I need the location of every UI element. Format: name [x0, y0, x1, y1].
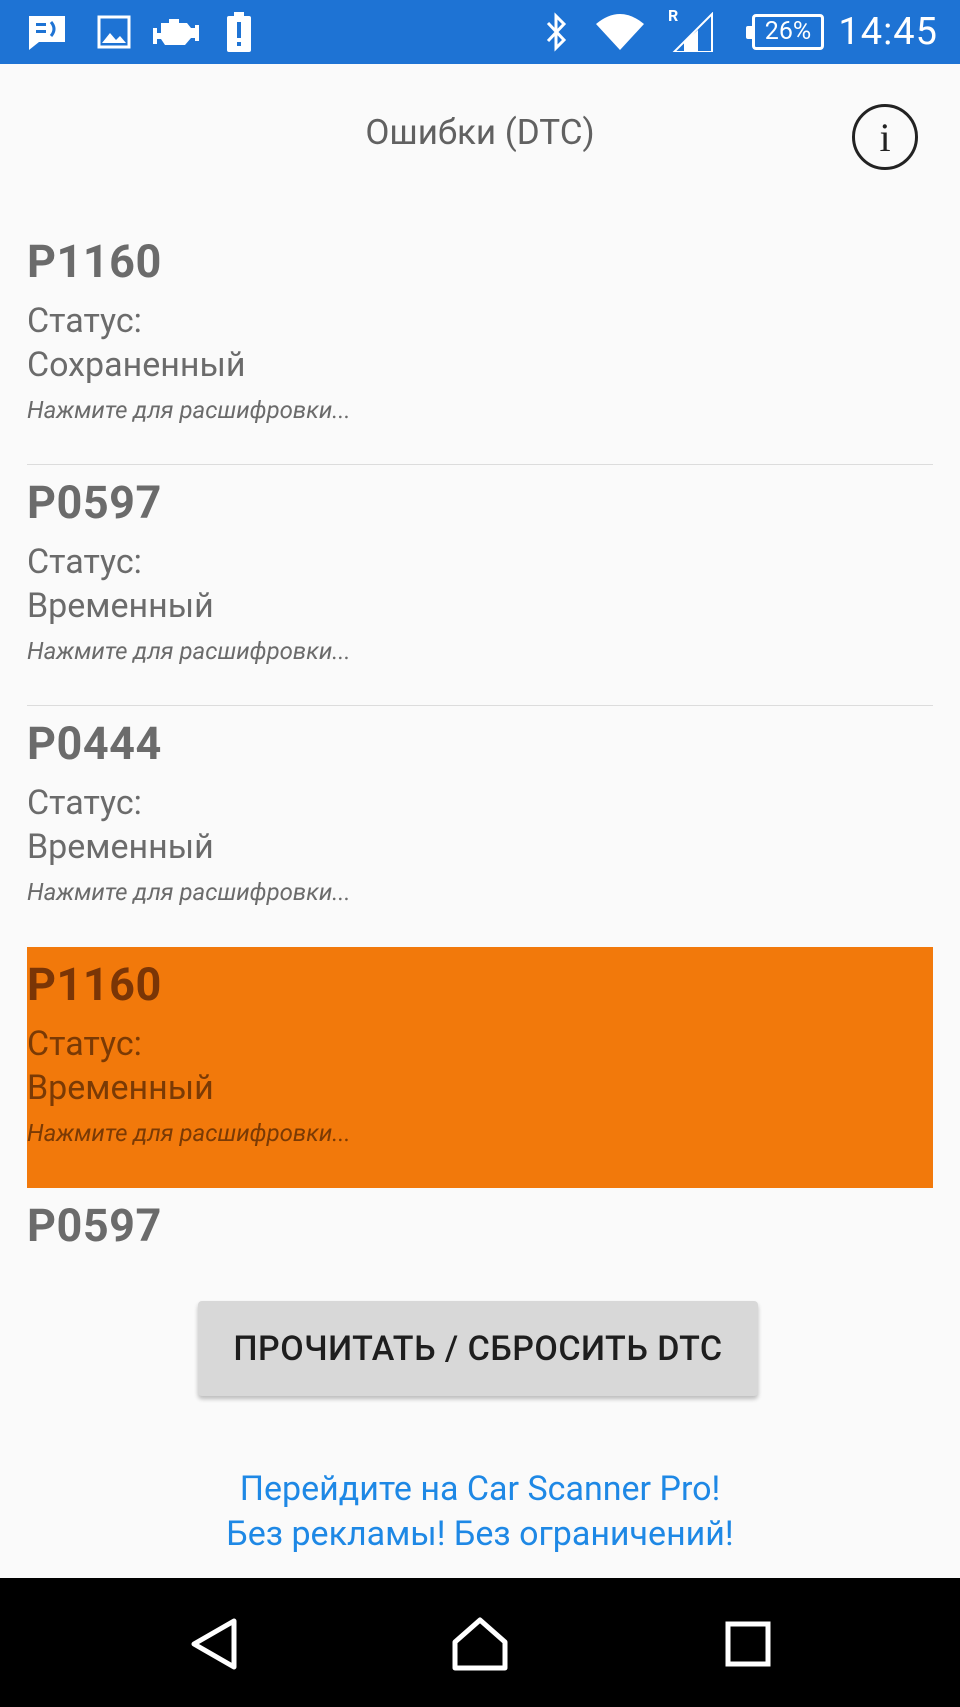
bluetooth-icon: [540, 10, 574, 54]
promo-line-1: Перейдите на Car Scanner Pro!: [239, 1469, 721, 1509]
home-icon[interactable]: [450, 1614, 510, 1674]
dtc-code: P1160: [27, 235, 162, 288]
battery-indicator: 26%: [746, 14, 824, 50]
page-title: Ошибки (DTC): [365, 112, 595, 153]
dtc-code: P0597: [27, 476, 162, 529]
dtc-status-label: Статус:: [27, 542, 142, 582]
dtc-item[interactable]: P1160 Статус: Сохраненный Нажмите для ра…: [27, 224, 933, 465]
dtc-item-selected[interactable]: P1160 Статус: Временный Нажмите для расш…: [27, 947, 933, 1188]
engine-icon: [150, 10, 202, 54]
image-icon: [94, 10, 134, 54]
pro-upgrade-link[interactable]: Перейдите на Car Scanner Pro! Без реклам…: [0, 1467, 960, 1557]
dtc-item[interactable]: P0597 Статус: Временный Нажмите для расш…: [27, 465, 933, 706]
dtc-item[interactable]: P0597: [27, 1188, 933, 1278]
back-icon[interactable]: [184, 1614, 244, 1674]
signal-roaming-icon: R: [666, 6, 716, 54]
title-bar: Ошибки (DTC) i: [0, 64, 960, 210]
dtc-code: P0597: [27, 1199, 162, 1252]
dtc-status-label: Статус:: [27, 783, 142, 823]
recents-icon[interactable]: [718, 1614, 778, 1674]
info-button[interactable]: i: [852, 104, 918, 170]
message-icon: [26, 10, 68, 54]
dtc-code: P1160: [27, 958, 162, 1011]
dtc-code: P0444: [27, 717, 162, 770]
dtc-status-value: Временный: [27, 827, 214, 867]
info-icon: i: [879, 114, 891, 160]
battery-alert-icon: [224, 10, 254, 54]
dtc-status-value: Временный: [27, 1068, 214, 1108]
wifi-icon: [594, 10, 646, 54]
dtc-status-value: Временный: [27, 586, 214, 626]
dtc-status-value: Сохраненный: [27, 345, 246, 385]
dtc-list: P1160 Статус: Сохраненный Нажмите для ра…: [27, 224, 933, 1278]
dtc-item[interactable]: P0444 Статус: Временный Нажмите для расш…: [27, 706, 933, 947]
clock: 14:45: [838, 10, 938, 54]
promo-line-2: Без рекламы! Без ограничений!: [226, 1514, 734, 1554]
status-bar: R 26% 14:45: [0, 0, 960, 64]
dtc-hint: Нажмите для расшифровки...: [27, 637, 351, 665]
roaming-label: R: [668, 6, 679, 25]
dtc-hint: Нажмите для расшифровки...: [27, 396, 351, 424]
dtc-hint: Нажмите для расшифровки...: [27, 878, 351, 906]
dtc-status-label: Статус:: [27, 1024, 142, 1064]
dtc-status-label: Статус:: [27, 301, 142, 341]
read-reset-dtc-button[interactable]: ПРОЧИТАТЬ / СБРОСИТЬ DTC: [198, 1301, 758, 1396]
navigation-bar: [0, 1578, 960, 1707]
dtc-hint: Нажмите для расшифровки...: [27, 1119, 351, 1147]
